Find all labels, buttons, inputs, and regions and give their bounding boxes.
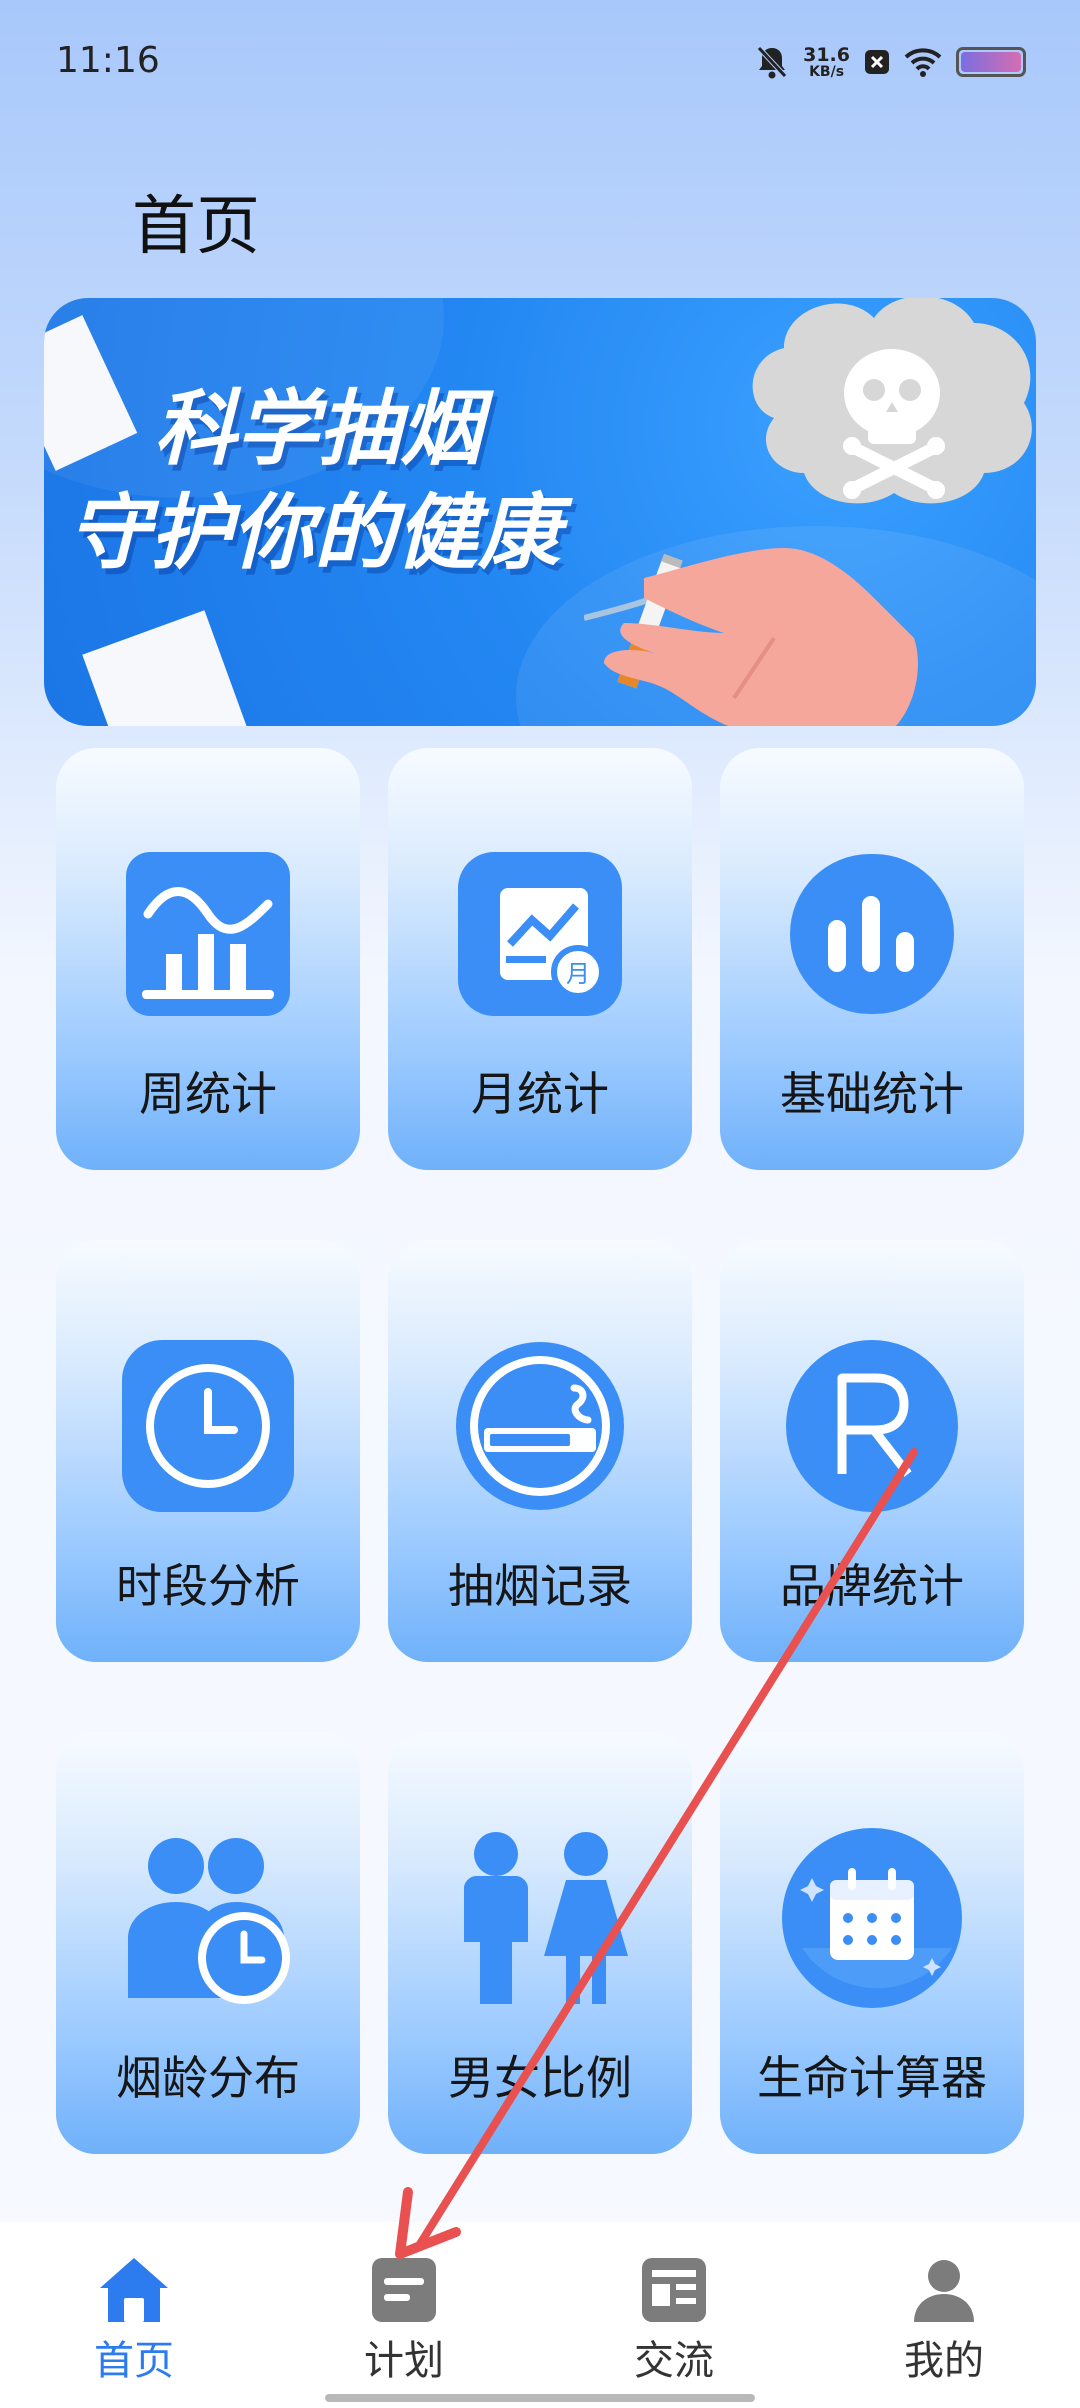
banner-slogan: 科学抽烟 守护你的健康	[68, 378, 668, 586]
battery-icon	[956, 47, 1026, 77]
registered-mark-icon	[786, 1340, 958, 1512]
banner-line-2: 守护你的健康	[68, 486, 560, 581]
plan-icon	[372, 2258, 436, 2322]
nav-label-community: 交流	[634, 2338, 714, 2384]
status-bar: 11:16 31.6 KB/s	[0, 0, 1080, 120]
cigarette-icon	[456, 1342, 624, 1510]
net-speed: 31.6 KB/s	[803, 43, 850, 80]
net-speed-unit: KB/s	[809, 63, 845, 80]
nav-item-community[interactable]: 交流	[584, 2254, 764, 2386]
nav-item-home[interactable]: 首页	[44, 2254, 224, 2386]
wifi-icon	[904, 48, 942, 77]
status-icons: 31.6 KB/s	[755, 40, 1026, 84]
banner[interactable]: 科学抽烟 守护你的健康	[44, 298, 1036, 726]
tile-brand-stats[interactable]: 品牌统计	[720, 1240, 1024, 1662]
person-icon	[914, 2260, 974, 2322]
bar-line-chart-icon	[126, 852, 290, 1016]
svg-text:月: 月	[566, 960, 590, 988]
tile-label: 品牌统计	[780, 1559, 964, 1613]
tile-time-analysis[interactable]: 时段分析	[56, 1240, 360, 1662]
tile-label: 抽烟记录	[448, 1559, 632, 1613]
banner-line-1: 科学抽烟	[154, 382, 482, 477]
net-speed-value: 31.6	[803, 43, 850, 66]
nav-label-mine: 我的	[904, 2338, 984, 2384]
tile-basic-stats[interactable]: 基础统计	[720, 748, 1024, 1170]
nav-item-plan[interactable]: 计划	[314, 2254, 494, 2386]
tile-label: 烟龄分布	[116, 2051, 300, 2105]
status-time: 11:16	[56, 40, 160, 81]
tile-weekly-stats[interactable]: 周统计	[56, 748, 360, 1170]
calendar-icon	[782, 1828, 962, 2008]
home-indicator	[325, 2394, 755, 2402]
tile-label: 月统计	[471, 1067, 609, 1121]
nav-item-mine[interactable]: 我的	[854, 2254, 1034, 2386]
home-icon	[100, 2258, 168, 2322]
tile-monthly-stats[interactable]: 月 月统计	[388, 748, 692, 1170]
tile-life-calculator[interactable]: 生命计算器	[720, 1732, 1024, 2154]
close-box-icon	[865, 50, 889, 74]
nav-label-home: 首页	[94, 2338, 174, 2384]
bottom-nav: 首页 计划 交流 我的	[0, 2222, 1080, 2408]
page-title: 首页	[132, 190, 260, 264]
tile-label: 男女比例	[448, 2051, 632, 2105]
bell-muted-icon	[757, 46, 787, 79]
tile-smoking-age[interactable]: 烟龄分布	[56, 1732, 360, 2154]
hand-cigarette-icon	[584, 548, 918, 726]
tile-smoking-record[interactable]: 抽烟记录	[388, 1240, 692, 1662]
paper-decoration	[82, 610, 256, 726]
tile-gender-ratio[interactable]: 男女比例	[388, 1732, 692, 2154]
tile-label: 时段分析	[116, 1559, 300, 1613]
tile-label: 生命计算器	[757, 2051, 987, 2105]
people-clock-icon	[128, 1838, 290, 2004]
tile-label: 周统计	[139, 1067, 277, 1121]
male-female-icon	[464, 1832, 628, 2004]
clock-icon	[122, 1340, 294, 1512]
nav-label-plan: 计划	[364, 2338, 444, 2384]
bar-chart-icon	[790, 854, 954, 1014]
monthly-chart-icon: 月	[458, 852, 622, 1016]
news-icon	[642, 2258, 706, 2322]
tile-label: 基础统计	[780, 1067, 964, 1121]
